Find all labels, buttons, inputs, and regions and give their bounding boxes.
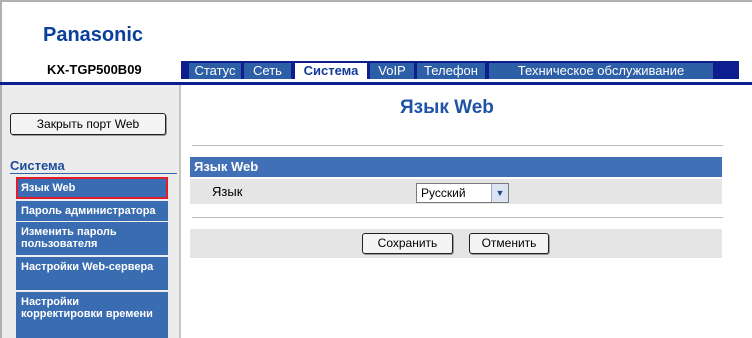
window-top-border: [0, 0, 752, 2]
tab-phone[interactable]: Телефон: [417, 63, 485, 79]
sidebar-item-web-language[interactable]: Язык Web: [16, 177, 168, 199]
title-separator: [192, 145, 723, 146]
brand-logo: Panasonic: [43, 24, 144, 46]
sidebar-divider: [179, 85, 181, 338]
sidebar-section-underline: [10, 173, 177, 174]
tab-voip[interactable]: VoIP: [370, 63, 414, 79]
close-web-port-button[interactable]: Закрыть порт Web: [10, 113, 166, 135]
tab-system[interactable]: Система: [295, 63, 367, 79]
tab-maintenance[interactable]: Техническое обслуживание: [489, 63, 713, 79]
sidebar-item-web-server-settings[interactable]: Настройки Web-сервера: [16, 257, 168, 290]
language-label: Язык: [212, 184, 243, 199]
sidebar-section-title: Система: [10, 158, 65, 173]
page-title: Язык Web: [400, 97, 494, 118]
sidebar-item-change-user-password[interactable]: Изменить пароль пользователя: [16, 222, 168, 255]
chevron-down-icon[interactable]: ▼: [491, 184, 508, 202]
form-separator: [192, 217, 723, 218]
tab-network[interactable]: Сеть: [244, 63, 291, 79]
cancel-button[interactable]: Отменить: [469, 233, 549, 254]
sidebar-item-admin-password[interactable]: Пароль администратора: [16, 201, 168, 221]
save-button[interactable]: Сохранить: [362, 233, 453, 254]
sidebar-item-time-adjustment-settings[interactable]: Настройки корректировки времени: [16, 292, 168, 338]
section-header: Язык Web: [190, 157, 722, 177]
tab-status[interactable]: Статус: [189, 63, 241, 79]
button-row: [190, 229, 722, 258]
model-name: KX-TGP500B09: [47, 62, 142, 77]
